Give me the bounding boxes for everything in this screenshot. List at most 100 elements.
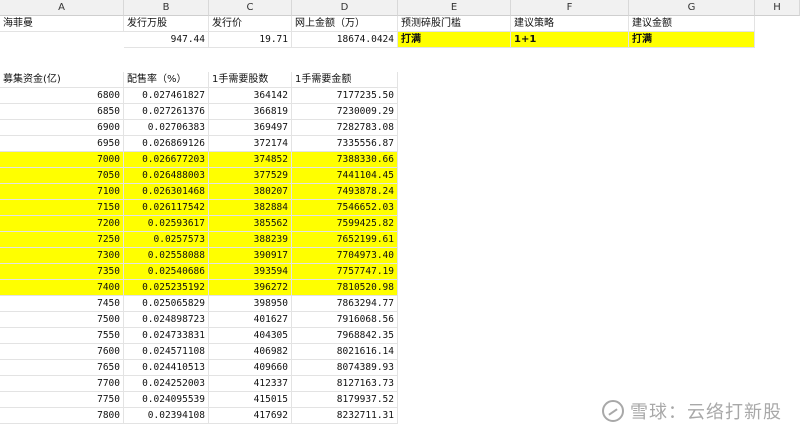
table-cell-a[interactable]: 7800 [0,408,124,424]
cell-f1[interactable]: 建议策略 [511,16,629,32]
table-cell-d[interactable]: 7441104.45 [292,168,398,184]
table-cell-b[interactable]: 0.025235192 [124,280,209,296]
table-cell-b[interactable]: 0.02706383 [124,120,209,136]
table-cell-d[interactable]: 7546652.03 [292,200,398,216]
table-cell-d[interactable]: 8232711.31 [292,408,398,424]
table-cell-b[interactable]: 0.024733831 [124,328,209,344]
cell-a5[interactable]: 募集资金(亿) [0,72,124,88]
table-cell-b[interactable]: 0.02394108 [124,408,209,424]
table-cell-d[interactable]: 8127163.73 [292,376,398,392]
table-cell-c[interactable]: 406982 [209,344,292,360]
table-cell-b[interactable]: 0.026117542 [124,200,209,216]
cell-g1[interactable]: 建议金额 [629,16,755,32]
cell-e1[interactable]: 预测碎股门槛 [398,16,511,32]
table-cell-d[interactable]: 7916068.56 [292,312,398,328]
table-cell-c[interactable]: 372174 [209,136,292,152]
table-cell-b[interactable]: 0.02558088 [124,248,209,264]
table-cell-a[interactable]: 6800 [0,88,124,104]
table-cell-d[interactable]: 7230009.29 [292,104,398,120]
table-cell-c[interactable]: 385562 [209,216,292,232]
column-header-c[interactable]: C [209,0,292,16]
table-cell-b[interactable]: 0.026677203 [124,152,209,168]
table-cell-d[interactable]: 7388330.66 [292,152,398,168]
table-cell-d[interactable]: 7177235.50 [292,88,398,104]
table-cell-b[interactable]: 0.02540686 [124,264,209,280]
table-cell-a[interactable]: 7150 [0,200,124,216]
table-cell-d[interactable]: 8179937.52 [292,392,398,408]
table-cell-a[interactable]: 7300 [0,248,124,264]
table-cell-a[interactable]: 6950 [0,136,124,152]
table-cell-d[interactable]: 7652199.61 [292,232,398,248]
table-cell-c[interactable]: 417692 [209,408,292,424]
table-cell-d[interactable]: 8021616.14 [292,344,398,360]
table-cell-c[interactable]: 388239 [209,232,292,248]
table-cell-a[interactable]: 7100 [0,184,124,200]
column-header-f[interactable]: F [511,0,629,16]
table-cell-d[interactable]: 7704973.40 [292,248,398,264]
cell-b1[interactable]: 发行万股 [124,16,209,32]
cell-d5[interactable]: 1手需要金额 [292,72,398,88]
table-cell-b[interactable]: 0.024571108 [124,344,209,360]
cell-c5[interactable]: 1手需要股数 [209,72,292,88]
table-cell-c[interactable]: 369497 [209,120,292,136]
table-cell-a[interactable]: 7650 [0,360,124,376]
table-cell-c[interactable]: 366819 [209,104,292,120]
table-cell-d[interactable]: 8074389.93 [292,360,398,376]
table-cell-c[interactable]: 374852 [209,152,292,168]
cell-b2[interactable]: 947.44 [124,32,209,48]
table-cell-a[interactable]: 7350 [0,264,124,280]
column-header-e[interactable]: E [398,0,511,16]
table-cell-d[interactable]: 7757747.19 [292,264,398,280]
table-cell-b[interactable]: 0.027261376 [124,104,209,120]
table-cell-b[interactable]: 0.024410513 [124,360,209,376]
column-header-a[interactable]: A [0,0,124,16]
table-cell-a[interactable]: 7000 [0,152,124,168]
table-cell-b[interactable]: 0.024095539 [124,392,209,408]
table-cell-d[interactable]: 7810520.98 [292,280,398,296]
table-cell-a[interactable]: 7500 [0,312,124,328]
table-cell-c[interactable]: 396272 [209,280,292,296]
table-cell-c[interactable]: 409660 [209,360,292,376]
cell-a1[interactable]: 海菲曼 [0,16,124,32]
table-cell-a[interactable]: 7550 [0,328,124,344]
table-cell-c[interactable]: 377529 [209,168,292,184]
table-cell-d[interactable]: 7863294.77 [292,296,398,312]
table-cell-a[interactable]: 7600 [0,344,124,360]
table-cell-c[interactable]: 390917 [209,248,292,264]
table-cell-c[interactable]: 401627 [209,312,292,328]
table-cell-d[interactable]: 7335556.87 [292,136,398,152]
table-cell-b[interactable]: 0.026488003 [124,168,209,184]
column-header-d[interactable]: D [292,0,398,16]
table-cell-c[interactable]: 415015 [209,392,292,408]
table-cell-b[interactable]: 0.024252003 [124,376,209,392]
table-cell-b[interactable]: 0.026301468 [124,184,209,200]
cell-g2[interactable]: 打满 [629,32,755,48]
table-cell-d[interactable]: 7599425.82 [292,216,398,232]
cell-d2[interactable]: 18674.0424 [292,32,398,48]
cell-c1[interactable]: 发行价 [209,16,292,32]
table-cell-b[interactable]: 0.0257573 [124,232,209,248]
table-cell-c[interactable]: 404305 [209,328,292,344]
table-cell-d[interactable]: 7968842.35 [292,328,398,344]
column-header-b[interactable]: B [124,0,209,16]
table-cell-b[interactable]: 0.024898723 [124,312,209,328]
table-cell-d[interactable]: 7282783.08 [292,120,398,136]
table-cell-a[interactable]: 7400 [0,280,124,296]
table-cell-c[interactable]: 380207 [209,184,292,200]
table-cell-b[interactable]: 0.02593617 [124,216,209,232]
table-cell-d[interactable]: 7493878.24 [292,184,398,200]
cell-d1[interactable]: 网上金额（万） [292,16,398,32]
table-cell-a[interactable]: 6900 [0,120,124,136]
column-header-h[interactable]: H [755,0,800,16]
table-cell-a[interactable]: 7450 [0,296,124,312]
table-cell-a[interactable]: 7200 [0,216,124,232]
table-cell-a[interactable]: 7750 [0,392,124,408]
table-cell-a[interactable]: 7700 [0,376,124,392]
table-cell-a[interactable]: 7250 [0,232,124,248]
table-cell-b[interactable]: 0.027461827 [124,88,209,104]
cell-b5[interactable]: 配售率（%） [124,72,209,88]
column-header-g[interactable]: G [629,0,755,16]
table-cell-b[interactable]: 0.025065829 [124,296,209,312]
table-cell-a[interactable]: 6850 [0,104,124,120]
table-cell-c[interactable]: 382884 [209,200,292,216]
